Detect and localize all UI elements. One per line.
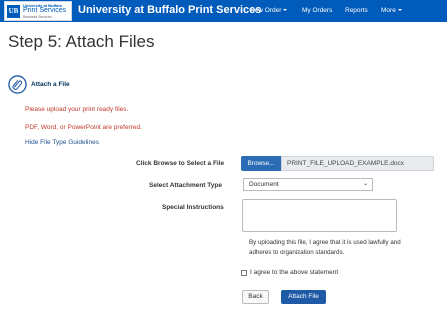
logo-print-services-text: Print Services xyxy=(23,7,67,14)
nav-reports[interactable]: Reports xyxy=(345,7,368,14)
upload-instruction-text: Please upload your print ready files. xyxy=(25,106,129,113)
attachment-type-select[interactable]: Document ⌄ xyxy=(243,178,373,191)
selected-file-name: PRINT_FILE_UPLOAD_EXAMPLE.docx xyxy=(281,156,434,171)
brand-title[interactable]: University at Buffalo Print Services xyxy=(78,4,261,16)
nav-more-label: More xyxy=(381,7,396,14)
agree-checkbox[interactable] xyxy=(241,270,247,276)
paperclip-icon xyxy=(8,75,27,94)
caret-down-icon xyxy=(283,9,288,12)
section-title: Attach a File xyxy=(31,81,70,88)
back-button[interactable]: Back xyxy=(242,290,269,304)
special-instructions-textarea[interactable] xyxy=(242,199,397,232)
ub-logo[interactable]: UB University at Buffalo Print Services … xyxy=(4,1,72,21)
nav-my-orders[interactable]: My Orders xyxy=(302,7,332,14)
attachment-type-value: Document xyxy=(249,181,279,188)
page-title: Step 5: Attach Files xyxy=(8,32,155,51)
attach-file-button[interactable]: Attach File xyxy=(281,290,326,304)
ub-logo-mark: UB xyxy=(7,5,20,18)
nav-new-order-label: New Order xyxy=(250,7,282,14)
file-input-group[interactable]: Browse... PRINT_FILE_UPLOAD_EXAMPLE.docx xyxy=(241,156,434,171)
logo-business-services-text: Business Services xyxy=(23,15,52,19)
file-format-note: PDF, Word, or PowerPoint are preferred. xyxy=(25,124,142,131)
nav-my-orders-label: My Orders xyxy=(302,7,333,14)
special-instructions-label: Special Instructions xyxy=(162,204,224,211)
nav-more[interactable]: More xyxy=(381,7,402,14)
caret-down-icon xyxy=(397,9,402,12)
hide-guidelines-link[interactable]: Hide File Type Guidelines xyxy=(25,139,99,146)
browse-button[interactable]: Browse... xyxy=(241,156,281,171)
attachment-type-label: Select Attachment Type xyxy=(149,182,222,189)
agree-checkbox-label[interactable]: I agree to the above statement xyxy=(250,269,338,276)
chevron-down-icon: ⌄ xyxy=(362,181,368,187)
nav-new-order[interactable]: New Order xyxy=(250,7,288,14)
nav-reports-label: Reports xyxy=(345,7,368,14)
file-select-label: Click Browse to Select a File xyxy=(136,160,225,167)
consent-statement: By uploading this file, I agree that it … xyxy=(249,239,401,256)
top-navbar: UB University at Buffalo Print Services … xyxy=(0,0,447,22)
